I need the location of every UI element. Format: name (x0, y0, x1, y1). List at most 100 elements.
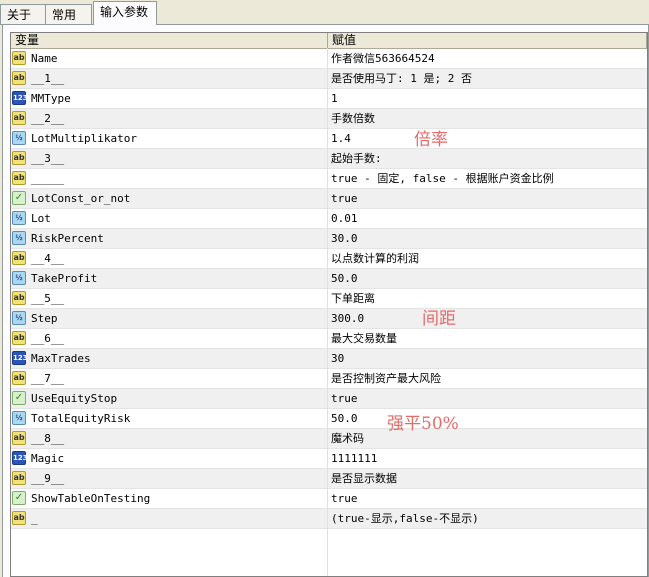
variable-value[interactable]: true (331, 489, 358, 508)
double-type-icon: ½ (12, 271, 26, 285)
variable-value[interactable]: 30.0 (331, 229, 358, 248)
string-type-icon: ab (12, 171, 26, 185)
variable-value[interactable]: 作者微信563664524 (331, 49, 435, 68)
variable-value[interactable]: true (331, 189, 358, 208)
integer-type-icon: 123 (12, 451, 28, 465)
table-row[interactable]: ab __6__ 最大交易数量 (11, 329, 647, 349)
note-spacing: 间距 (422, 309, 456, 329)
tab-common[interactable]: 常用 (45, 4, 92, 24)
double-type-icon: ½ (12, 411, 26, 425)
variable-value[interactable]: 以点数计算的利润 (331, 249, 419, 268)
string-type-icon: ab (12, 111, 26, 125)
variable-value[interactable]: 50.0 (331, 409, 358, 428)
variable-name: UseEquityStop (31, 392, 118, 405)
table-row[interactable]: 123 Magic 1111111 (11, 449, 647, 469)
inputs-panel: 变量 赋值 ab Name 作者微信563664524 ab __1__ 是否使用马丁: … (2, 25, 649, 577)
table-row[interactable]: ½ Lot 0.01 (11, 209, 647, 229)
tab-about[interactable]: 关于 (0, 4, 46, 24)
variable-value[interactable]: 1111111 (331, 449, 377, 468)
table-row[interactable]: ab __2__ 手数倍数 (11, 109, 647, 129)
note-multiplier: 倍率 (414, 130, 448, 150)
string-type-icon: ab (12, 251, 26, 265)
table-row[interactable]: ab __5__ 下单距离 (11, 289, 647, 309)
table-row[interactable]: ✓ LotConst_or_not true (11, 189, 647, 209)
variable-value[interactable]: 是否显示数据 (331, 469, 397, 488)
variable-value[interactable]: 是否使用马丁: 1 是; 2 否 (331, 69, 472, 88)
variable-name: MMType (31, 92, 71, 105)
table-row[interactable]: ab __4__ 以点数计算的利润 (11, 249, 647, 269)
variable-value[interactable]: true - 固定, false - 根据账户资金比例 (331, 169, 554, 188)
variable-value[interactable]: 手数倍数 (331, 109, 375, 128)
table-row[interactable]: ab __1__ 是否使用马丁: 1 是; 2 否 (11, 69, 647, 89)
variable-value[interactable]: 下单距离 (331, 289, 375, 308)
table-row[interactable]: ab _____ true - 固定, false - 根据账户资金比例 (11, 169, 647, 189)
variable-name: Step (31, 312, 58, 325)
table-row[interactable]: ½ LotMultiplikator 1.4 (11, 129, 647, 149)
variable-value[interactable]: 1 (331, 89, 338, 108)
string-type-icon: ab (12, 331, 26, 345)
variable-name: _____ (31, 172, 65, 185)
header-value[interactable]: 赋值 (328, 33, 647, 48)
table-row[interactable]: ab __9__ 是否显示数据 (11, 469, 647, 489)
bool-type-icon: ✓ (12, 191, 26, 205)
table-row[interactable]: ✓ ShowTableOnTesting true (11, 489, 647, 509)
variable-name: __9__ (31, 472, 65, 485)
table-row[interactable]: ½ TakeProfit 50.0 (11, 269, 647, 289)
variable-value[interactable]: 30 (331, 349, 344, 368)
tab-inputs[interactable]: 输入参数 (93, 1, 157, 25)
variable-name: LotMultiplikator (31, 132, 137, 145)
variable-value[interactable]: 1.4 (331, 129, 351, 148)
variable-name: __1__ (31, 72, 65, 85)
table-row[interactable]: ab __7__ 是否控制资产最大风险 (11, 369, 647, 389)
variable-name: Lot (31, 212, 51, 225)
string-type-icon: ab (12, 431, 26, 445)
string-type-icon: ab (12, 71, 26, 85)
table-row[interactable]: ab __8__ 魔术码 (11, 429, 647, 449)
table-row[interactable]: ½ RiskPercent 30.0 (11, 229, 647, 249)
variable-value[interactable]: 起始手数: (331, 149, 382, 168)
variable-name: TotalEquityRisk (31, 412, 131, 425)
table-row[interactable]: ✓ UseEquityStop true (11, 389, 647, 409)
note-liquidation: 强平50% (387, 414, 459, 434)
variable-value[interactable]: 300.0 (331, 309, 364, 328)
string-type-icon: ab (12, 371, 26, 385)
table-row[interactable]: ½ TotalEquityRisk 50.0 (11, 409, 647, 429)
variable-name: __3__ (31, 152, 65, 165)
table-row[interactable]: 123 MaxTrades 30 (11, 349, 647, 369)
variable-name: __8__ (31, 432, 65, 445)
variable-name: ShowTableOnTesting (31, 492, 151, 505)
variable-name: TakeProfit (31, 272, 98, 285)
table-row[interactable]: 123 MMType 1 (11, 89, 647, 109)
double-type-icon: ½ (12, 231, 26, 245)
table-row[interactable]: ½ Step 300.0 (11, 309, 647, 329)
table-row[interactable]: ab _ (true-显示,false-不显示) (11, 509, 647, 529)
variable-value[interactable]: 50.0 (331, 269, 358, 288)
variable-name: __2__ (31, 112, 65, 125)
variable-value[interactable]: 0.01 (331, 209, 358, 228)
variable-value[interactable]: 魔术码 (331, 429, 364, 448)
double-type-icon: ½ (12, 211, 26, 225)
string-type-icon: ab (12, 51, 26, 65)
integer-type-icon: 123 (12, 91, 28, 105)
integer-type-icon: 123 (12, 351, 28, 365)
header-variable[interactable]: 变量 (11, 33, 328, 48)
variable-name: RiskPercent (31, 232, 104, 245)
string-type-icon: ab (12, 151, 26, 165)
variable-name: __7__ (31, 372, 65, 385)
bool-type-icon: ✓ (12, 391, 26, 405)
variable-value[interactable]: (true-显示,false-不显示) (331, 509, 479, 528)
double-type-icon: ½ (12, 311, 26, 325)
table-row[interactable]: ab __3__ 起始手数: (11, 149, 647, 169)
string-type-icon: ab (12, 471, 26, 485)
variable-value[interactable]: 最大交易数量 (331, 329, 397, 348)
table-header: 变量 赋值 (11, 33, 647, 49)
variable-name: Name (31, 52, 58, 65)
variable-name: MaxTrades (31, 352, 91, 365)
variable-value[interactable]: 是否控制资产最大风险 (331, 369, 441, 388)
variable-value[interactable]: true (331, 389, 358, 408)
table-row[interactable]: ab Name 作者微信563664524 (11, 49, 647, 69)
tab-bar: 关于 常用 输入参数 (0, 0, 649, 25)
variable-name: _ (31, 512, 38, 525)
variable-name: Magic (31, 452, 65, 465)
variable-name: __4__ (31, 252, 65, 265)
